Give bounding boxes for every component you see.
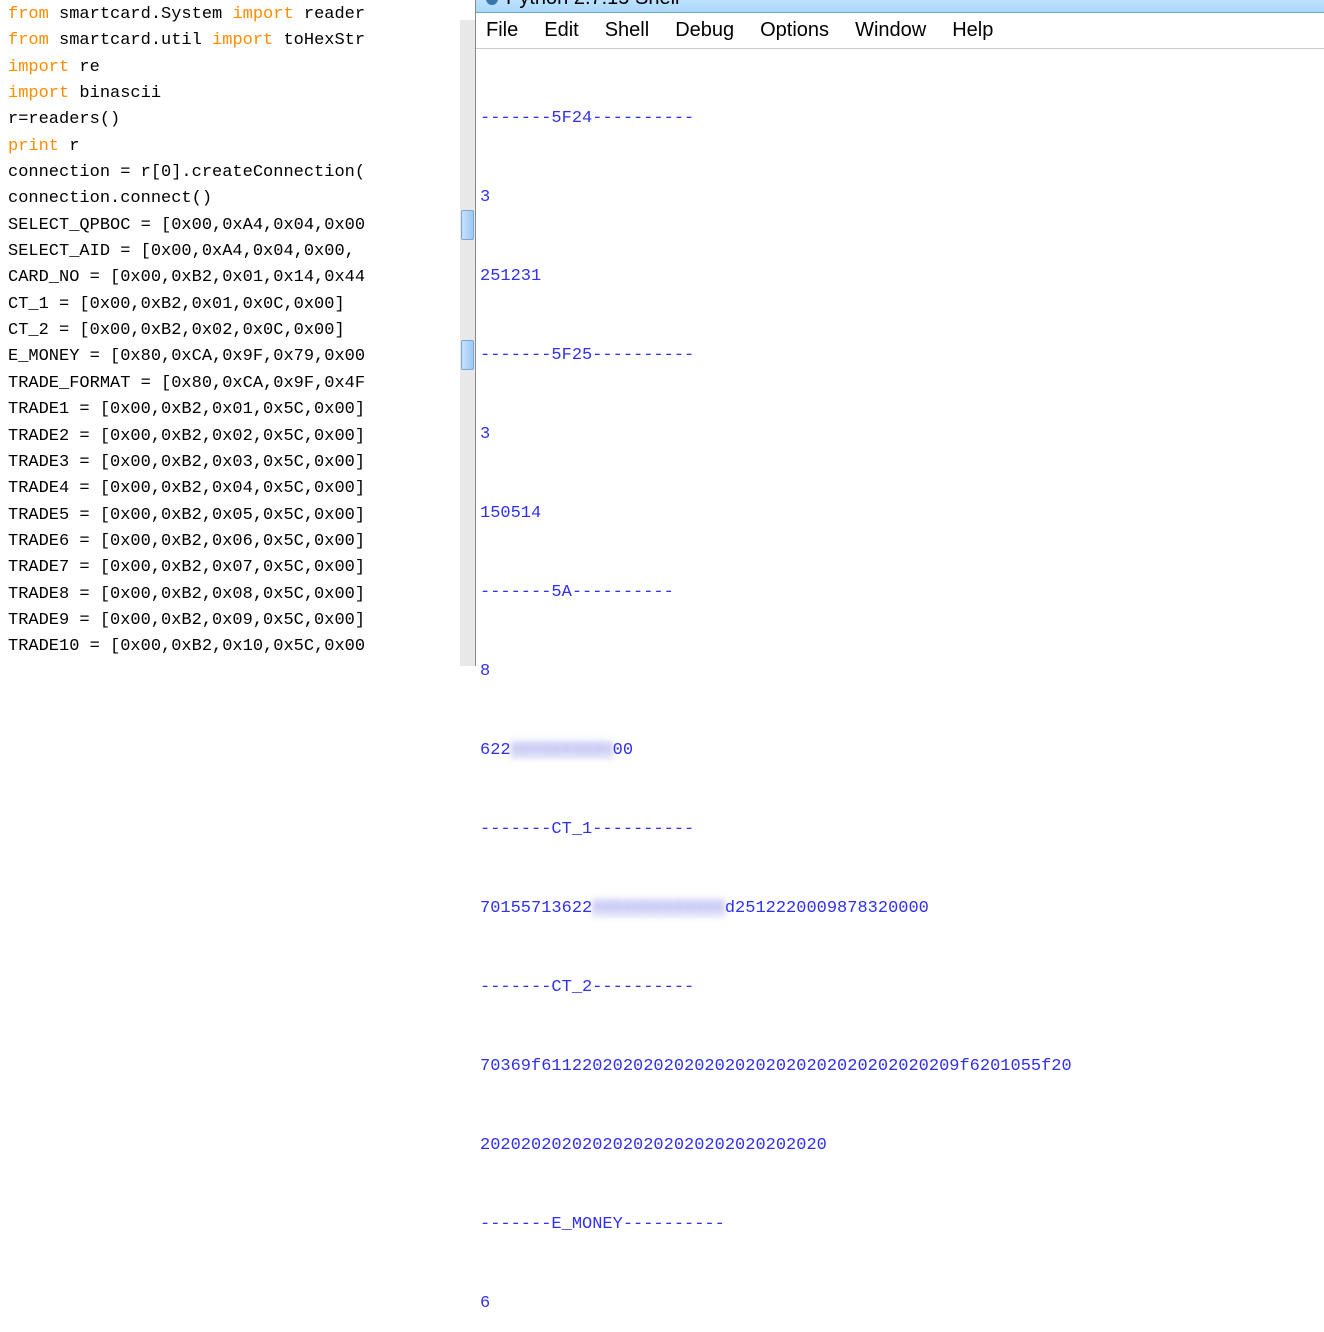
keyword-import: import bbox=[232, 5, 293, 24]
redacted-card-number: XXXXXXXXXX bbox=[511, 741, 613, 760]
scroll-thumb[interactable] bbox=[461, 340, 474, 370]
menu-shell[interactable]: Shell bbox=[605, 19, 649, 42]
code-editor-pane: from smartcard.System import reader from… bbox=[0, 0, 475, 666]
menu-edit[interactable]: Edit bbox=[544, 19, 578, 42]
keyword-from: from bbox=[8, 5, 49, 24]
window-title: Python 2.7.15 Shell bbox=[506, 0, 679, 10]
scroll-thumb[interactable] bbox=[461, 210, 474, 240]
menu-file[interactable]: File bbox=[486, 19, 518, 42]
menu-help[interactable]: Help bbox=[952, 19, 993, 42]
editor-scrollbar[interactable] bbox=[460, 20, 475, 666]
window-title-bar[interactable]: Python 2.7.15 Shell bbox=[476, 0, 1324, 13]
python-icon bbox=[484, 0, 500, 7]
shell-output[interactable]: -------5F24---------- 3 251231 -------5F… bbox=[476, 49, 1324, 1332]
menu-window[interactable]: Window bbox=[855, 19, 926, 42]
menu-debug[interactable]: Debug bbox=[675, 19, 734, 42]
shell-window: Python 2.7.15 Shell File Edit Shell Debu… bbox=[475, 0, 1324, 666]
menu-options[interactable]: Options bbox=[760, 19, 829, 42]
menu-bar: File Edit Shell Debug Options Window Hel… bbox=[476, 13, 1324, 49]
redacted-data: XXXXXXXXXXXXX bbox=[592, 899, 725, 918]
